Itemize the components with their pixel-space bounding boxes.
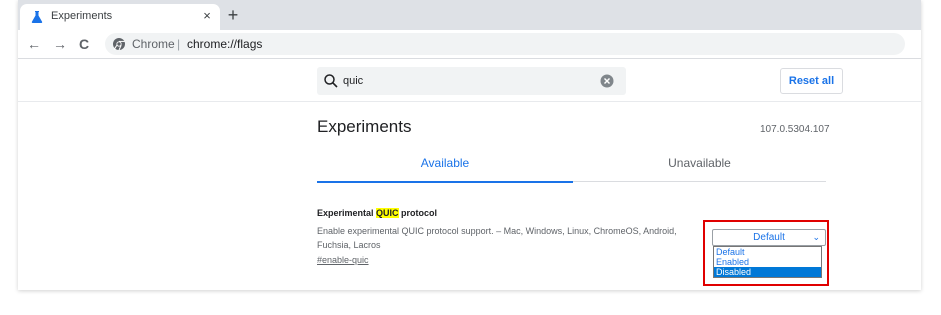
tab-available[interactable]: Available: [317, 143, 573, 183]
page-title: Experiments: [317, 117, 412, 136]
flask-icon: [31, 11, 43, 23]
chrome-icon: [113, 38, 125, 51]
tab-title: Experiments: [51, 10, 113, 22]
experiment-title: Experimental QUIC protocol: [317, 208, 437, 218]
tab-unavailable[interactable]: Unavailable: [573, 143, 826, 183]
address-url: chrome://flags: [187, 37, 263, 51]
select-dropdown: Default Enabled Disabled: [713, 246, 822, 278]
option-enabled[interactable]: Enabled: [714, 257, 821, 267]
reset-all-button[interactable]: Reset all: [780, 68, 843, 94]
experiment-description: Enable experimental QUIC protocol suppor…: [317, 226, 677, 250]
close-icon[interactable]: ×: [200, 8, 214, 24]
new-tab-button[interactable]: +: [223, 5, 243, 25]
experiment-link[interactable]: #enable-quic: [317, 255, 369, 265]
address-bar[interactable]: Chrome | chrome://flags: [105, 33, 905, 55]
search-match-highlight: QUIC: [376, 208, 399, 218]
option-default[interactable]: Default: [714, 247, 821, 257]
experiment-title-suffix: protocol: [398, 208, 438, 218]
address-separator: |: [177, 37, 181, 51]
tab-strip: Experiments × +: [18, 0, 921, 30]
reload-button[interactable]: C: [76, 36, 92, 52]
experiment-title-prefix: Experimental: [317, 208, 377, 218]
active-tab-indicator: [317, 181, 573, 183]
browser-window: Experiments × + ← → C Chrome | chrome://…: [18, 0, 921, 290]
option-disabled[interactable]: Disabled: [714, 267, 821, 277]
flags-header: Reset all: [18, 59, 921, 102]
clear-search-icon[interactable]: [600, 74, 614, 88]
chevron-down-icon: ⌄: [812, 232, 820, 242]
search-box: [317, 67, 626, 95]
forward-button[interactable]: →: [52, 36, 68, 52]
version-label: 107.0.5304.107: [760, 124, 830, 135]
search-input[interactable]: [343, 75, 583, 87]
experiment-state-select[interactable]: Default ⌄: [712, 229, 826, 246]
toolbar: ← → C Chrome | chrome://flags: [18, 30, 921, 59]
back-button[interactable]: ←: [26, 36, 42, 52]
search-icon: [324, 74, 338, 88]
address-origin: Chrome: [132, 37, 175, 51]
tab-experiments[interactable]: Experiments ×: [20, 4, 220, 30]
select-value: Default: [753, 232, 785, 243]
